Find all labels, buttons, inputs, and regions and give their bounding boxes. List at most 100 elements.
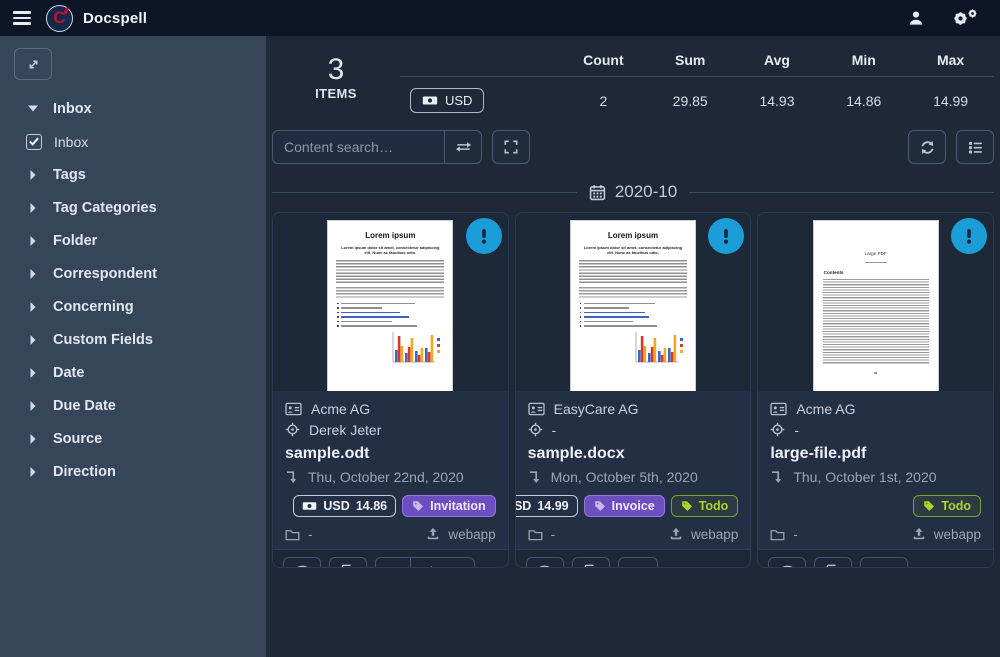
exclamation-icon [959,226,979,246]
correspondent-icon [528,402,545,416]
next-attachment-button[interactable] [376,558,410,567]
settings-button[interactable] [952,8,978,28]
upload-source-icon [912,527,926,541]
search-toolbar [272,130,994,164]
item-cards-grid: Lorem ipsum Lorem ipsum dolor sit amet, … [272,212,994,568]
sidebar-item-concerning[interactable]: Concerning [12,290,254,323]
thumbnail-bar-chart [335,330,443,368]
source-value: webapp [691,526,739,542]
item-date-icon [285,470,299,484]
caret-right-icon [26,367,40,378]
item-preview: Lorem ipsum Lorem ipsum dolor sit amet, … [515,213,751,391]
document-thumbnail: Lorem ipsum Lorem ipsum dolor sit amet, … [327,220,454,391]
concerning-name: - [794,421,799,438]
col-max: Max [936,52,965,68]
correspondent-icon [285,402,302,416]
concerning-icon [770,422,785,437]
item-date-icon [770,470,784,484]
sidebar-item-correspondent[interactable]: Correspondent [12,257,254,290]
attachment-pages-label: 37p. [860,557,908,567]
stat-count: 2 [599,92,608,109]
concerning-name: - [551,421,557,438]
month-label: 2020-10 [614,182,678,201]
preview-button[interactable] [768,557,807,567]
caret-right-icon [26,433,40,444]
item-card[interactable]: Large PDF Contents Acme AG - large-file.… [757,212,994,568]
tag-badge: Todo [670,495,739,517]
sidebar-item-direction[interactable]: Direction [12,455,254,488]
col-count: Count [583,52,624,68]
new-item-indicator [465,218,502,254]
eye-icon [536,565,553,567]
stat-sum: 29.85 [672,92,708,109]
search-mode-button[interactable] [444,130,482,164]
edit-button[interactable] [571,557,610,567]
preview-button[interactable] [283,557,321,567]
new-item-indicator [708,218,745,254]
sidebar-item-tag-categories[interactable]: Tag Categories [12,191,254,224]
card-footer: 4p. [515,549,751,567]
caret-right-icon [26,202,40,213]
sidebar-item-inbox[interactable]: Inbox [12,92,254,125]
eye-icon [294,565,311,567]
item-date: Thu, October 1st, 2020 [793,469,937,485]
selection-mode-button[interactable] [956,130,994,164]
caret-right-icon [26,466,40,477]
edit-icon [826,564,840,567]
concerning-icon [285,422,300,437]
upload-source-icon [669,527,683,541]
caret-right-icon [26,301,40,312]
sidebar-item-date[interactable]: Date [12,356,254,389]
upload-source-icon [426,527,440,541]
item-card[interactable]: Lorem ipsum Lorem ipsum dolor sit amet, … [514,212,752,568]
folder-icon [528,528,543,541]
attachment-pages-label: 1/2, 4p. [410,558,474,567]
sidebar-item-tags[interactable]: Tags [12,158,254,191]
stat-min: 14.86 [846,92,882,109]
money-bill-icon [422,95,438,106]
items-count-label: ITEMS [315,85,357,101]
exclamation-icon [716,226,736,246]
attachment-pager: 1/2, 4p. [375,557,476,567]
item-name: sample.docx [527,445,625,462]
col-sum: Sum [675,52,706,68]
folder-value: - [308,526,313,542]
sidebar-item-source[interactable]: Source [12,422,254,455]
item-date: Thu, October 22nd, 2020 [308,469,464,485]
sidebar-item-folder[interactable]: Folder [12,224,254,257]
edit-icon [584,564,598,567]
caret-right-icon [26,235,40,246]
caret-right-icon [26,268,40,279]
topbar: C Docspell [0,0,1000,36]
amount-badge: USD 14.99 [515,495,578,517]
sidebar-expand-button[interactable] [14,48,52,80]
new-item-indicator [951,218,987,254]
inbox-filter-checkbox[interactable]: Inbox [12,125,254,158]
folder-value: - [550,526,556,542]
calendar-icon [589,184,606,201]
refresh-button[interactable] [908,130,946,164]
edit-button[interactable] [329,557,367,567]
month-group-header: 2020-10 [272,182,995,202]
sidebar-item-due-date[interactable]: Due Date [12,389,254,422]
concerning-name: Derek Jeter [309,421,382,438]
edit-button[interactable] [814,557,853,567]
correspondent-name: Acme AG [796,400,856,417]
menu-toggle-icon[interactable] [13,11,31,25]
gears-icon [952,8,978,28]
money-bill-icon [302,501,317,511]
folder-value: - [793,526,798,542]
preview-button[interactable] [525,557,564,567]
expand-brackets-icon [504,140,518,154]
item-card[interactable]: Lorem ipsum Lorem ipsum dolor sit amet, … [272,212,509,568]
col-avg: Avg [764,52,790,68]
docspell-logo: C [46,4,73,32]
tag-icon [681,500,693,512]
fullscreen-toggle-button[interactable] [492,130,530,164]
sidebar-item-custom-fields[interactable]: Custom Fields [12,323,254,356]
attachment-pages-label: 4p. [617,557,658,567]
stat-max: 14.99 [933,92,969,109]
user-menu-button[interactable] [908,10,924,26]
edit-icon [341,564,355,567]
content-search-input[interactable] [272,130,444,164]
